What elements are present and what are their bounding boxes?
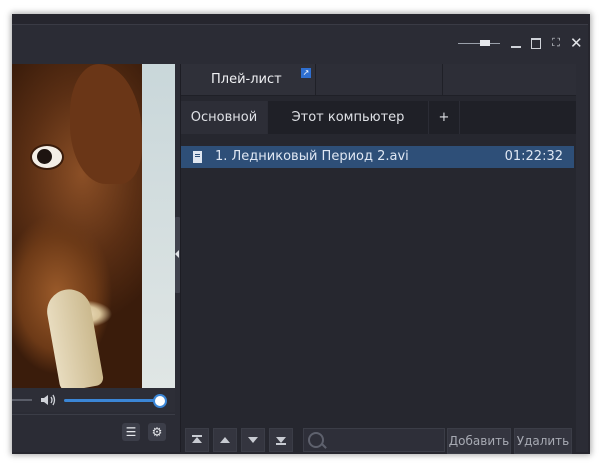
minimize-icon[interactable] xyxy=(510,37,522,49)
move-to-top-button[interactable] xyxy=(185,428,209,452)
search-icon xyxy=(308,432,324,448)
close-icon[interactable]: ✕ xyxy=(570,36,583,51)
opacity-slider-track xyxy=(458,43,500,44)
subtab-main[interactable]: Основной xyxy=(181,101,268,134)
tab-empty-slot xyxy=(443,64,576,95)
playlist-item-title: 1. Ледниковый Период 2.avi xyxy=(215,149,409,164)
mammoth-ear xyxy=(70,64,142,184)
tab-playlist-label: Плей-лист xyxy=(211,72,282,87)
mammoth-eye xyxy=(30,144,64,170)
player-button-row: ☰ ⚙ xyxy=(12,414,175,453)
volume-row xyxy=(12,388,175,412)
player-window: ⛶ ✕ ☰ ⚙ Плей-лист ↗ Основной Этот компью… xyxy=(12,24,588,454)
video-frame[interactable] xyxy=(12,64,175,388)
tab-playlist[interactable]: Плей-лист ↗ xyxy=(181,64,316,95)
add-button[interactable]: Добавить xyxy=(447,428,511,454)
maximize-icon[interactable] xyxy=(530,37,542,49)
mammoth-pupil xyxy=(37,149,52,164)
playlist-subtabs: Основной Этот компьютер + xyxy=(181,101,576,134)
video-background xyxy=(142,64,175,388)
playlist-toggle-icon[interactable]: ☰ xyxy=(122,423,140,441)
window-controls: ⛶ ✕ xyxy=(458,34,583,52)
playlist-panel: Плей-лист ↗ Основной Этот компьютер + 1.… xyxy=(180,64,576,454)
search-input[interactable] xyxy=(303,428,445,452)
settings-gear-icon[interactable]: ⚙ xyxy=(148,423,166,441)
move-down-button[interactable] xyxy=(241,428,265,452)
playlist-item[interactable]: 1. Ледниковый Период 2.avi 01:22:32 xyxy=(181,146,574,168)
playlist-item-duration: 01:22:32 xyxy=(504,149,563,164)
move-to-bottom-button[interactable] xyxy=(269,428,293,452)
mammoth-tusk xyxy=(43,285,105,388)
popout-icon[interactable]: ↗ xyxy=(301,68,311,78)
playlist-tabbar: Плей-лист ↗ xyxy=(181,64,576,96)
add-subtab-button[interactable]: + xyxy=(429,101,460,134)
volume-slider-track[interactable] xyxy=(64,399,158,402)
playlist-items: 1. Ледниковый Период 2.avi 01:22:32 xyxy=(181,140,576,370)
file-icon xyxy=(193,151,202,163)
delete-button[interactable]: Удалить xyxy=(514,428,572,454)
opacity-slider-knob[interactable] xyxy=(480,40,490,46)
opacity-slider[interactable] xyxy=(458,38,500,48)
tab-empty-slot xyxy=(316,64,443,95)
fullscreen-icon[interactable]: ⛶ xyxy=(550,37,562,49)
volume-slider-knob[interactable] xyxy=(153,394,167,408)
screenshot-frame: ⛶ ✕ ☰ ⚙ Плей-лист ↗ Основной Этот компью… xyxy=(12,14,590,454)
playlist-toolbar: Добавить Удалить xyxy=(181,425,576,454)
speaker-icon[interactable] xyxy=(40,393,58,407)
seek-bar[interactable] xyxy=(12,399,32,401)
move-up-button[interactable] xyxy=(213,428,237,452)
subtab-this-computer[interactable]: Этот компьютер xyxy=(268,101,429,134)
